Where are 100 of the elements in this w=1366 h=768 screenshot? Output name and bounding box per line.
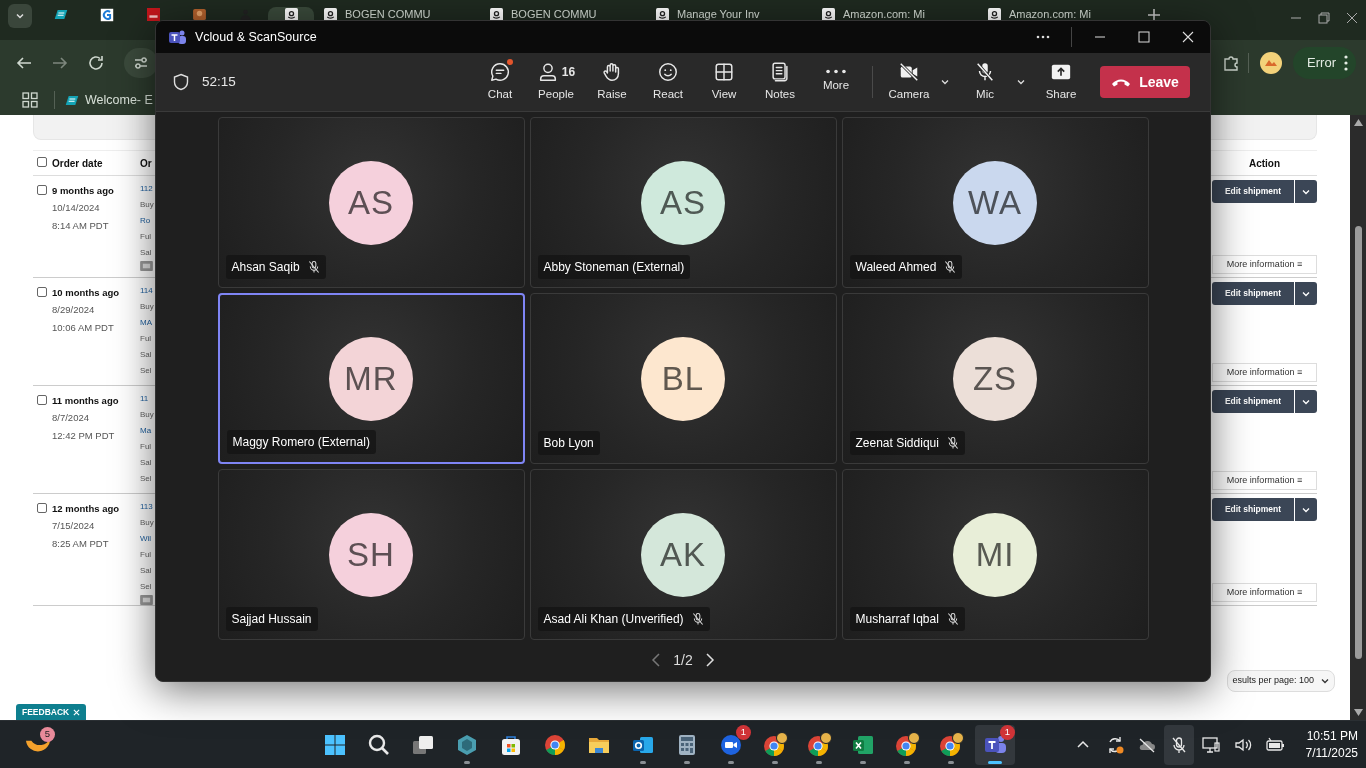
site-settings-button[interactable] [124,47,158,78]
scroll-up-icon[interactable] [1353,119,1363,126]
bookmark[interactable]: Welcome- E [65,90,153,110]
share-button[interactable]: Share [1033,57,1089,107]
react-button[interactable]: React [640,57,696,107]
edit-shipment-button[interactable]: Edit shipment [1212,282,1294,305]
maximize-icon [1138,31,1150,43]
order-link[interactable]: 113 [140,499,153,515]
order-link[interactable]: MA [140,315,152,331]
order-age: 9 months ago [52,184,114,198]
triangle-icon [1353,709,1363,716]
order-time: 8:25 AM PDT [52,536,110,551]
column-header: Order date [52,156,103,171]
close-icon [73,708,81,716]
order-link[interactable]: Wil [140,531,152,547]
notification-badge: 5 [40,726,55,742]
chrome-icon [762,731,788,758]
chat-button[interactable]: Chat [472,57,528,107]
more-information-button[interactable]: More information ≡ [1212,583,1317,602]
edit-shipment-button[interactable]: Edit shipment [1212,390,1294,413]
edit-shipment-button[interactable]: Edit shipment [1212,498,1294,521]
more-information-button[interactable]: More information ≡ [1212,471,1317,490]
feedback-tab[interactable]: FEEDBACK [16,704,87,720]
order-date: 7/15/2024 [52,519,96,534]
tray-button[interactable] [1163,724,1194,765]
column-header: Or [140,157,152,169]
tab-search-button[interactable] [8,4,32,28]
results-per-page-dropdown[interactable]: esults per page: 100 [1227,670,1335,692]
kebab-icon [1344,54,1348,71]
participant-name: Maggy Romero (External) [232,434,370,451]
more-information-button[interactable]: More information ≡ [1212,255,1317,274]
mic-button[interactable]: Mic [957,57,1013,107]
logo-icon [146,8,160,21]
scrollbar-thumb[interactable] [1354,226,1362,659]
order-link[interactable]: 114 [140,283,153,299]
column-header: Action [1248,157,1281,169]
mic-off-icon [974,60,996,83]
dropdown-button[interactable] [1294,498,1317,521]
weather-button[interactable]: 5 [18,724,58,765]
order-text: Ful [140,231,152,243]
order-text: Sel [140,581,152,593]
order-text: Buy [140,517,154,529]
previous-page-button[interactable] [651,653,662,667]
participant-name: Abby Stoneman (External) [543,259,685,276]
checkbox[interactable] [37,185,47,195]
order-date: 10/14/2024 [52,201,101,216]
order-time: 10:06 AM PDT [52,320,115,335]
scroll-down-icon[interactable] [1353,709,1363,716]
order-text: Buy [140,199,154,211]
edit-shipment-button[interactable]: Edit shipment [1212,180,1294,203]
taskbar-app[interactable]: 1 [711,724,751,765]
call-timer: 52:15 [202,72,236,91]
video-app-icon [719,732,743,757]
checkbox[interactable] [37,156,47,167]
diamond-icon [455,732,479,757]
avatar: MI [953,513,1037,597]
more-information-button[interactable]: More information ≡ [1212,363,1317,382]
mic-off-icon [944,260,957,274]
notification-badge: 1 [736,724,751,740]
view-button[interactable]: View [696,57,752,107]
dropdown-button[interactable] [1294,390,1317,413]
avatar: MR [329,337,413,421]
close-icon [1346,12,1358,24]
participant-name: Asad Ali Khan (Unverified) [543,611,684,628]
checkbox[interactable] [37,503,47,513]
profile-status-button[interactable]: Error [1293,46,1356,79]
avatar: ZS [953,337,1037,421]
avatar: BL [641,337,725,421]
order-link[interactable]: 11 [140,391,149,407]
leave-button[interactable]: Leave [1100,66,1190,98]
order-link[interactable]: Ma [140,423,152,439]
people-button[interactable]: 16 People [528,57,584,107]
reload-icon [87,53,105,72]
order-date: 8/7/2024 [52,411,90,426]
raise-button[interactable]: Raise [584,57,640,107]
order-text: Sel [140,365,152,377]
checkbox[interactable] [37,287,47,297]
puzzle-icon [1222,53,1241,72]
avatar: AK [641,513,725,597]
participant-name: Zeenat Siddiqui [855,435,939,452]
order-link[interactable]: Ro [140,213,151,229]
camera-button[interactable]: Camera [881,57,937,107]
order-text: Ful [140,441,152,453]
chat-icon [489,60,511,83]
taskbar-app[interactable]: 1 [975,724,1015,765]
dropdown-button[interactable] [1294,282,1317,305]
avatar: WA [953,161,1037,245]
checkbox[interactable] [37,395,47,405]
next-page-button[interactable] [704,653,715,667]
favicon-icon [192,9,206,20]
notes-icon [769,60,791,83]
order-text: Sel [140,473,152,485]
more-button[interactable]: More [808,57,864,107]
order-text: Ful [140,333,152,345]
search-icon [367,732,391,757]
triangle-icon [1353,119,1363,126]
order-link[interactable]: 112 [140,181,153,197]
mic-off-icon [946,436,959,450]
dropdown-button[interactable] [1294,180,1317,203]
notes-button[interactable]: Notes [752,57,808,107]
